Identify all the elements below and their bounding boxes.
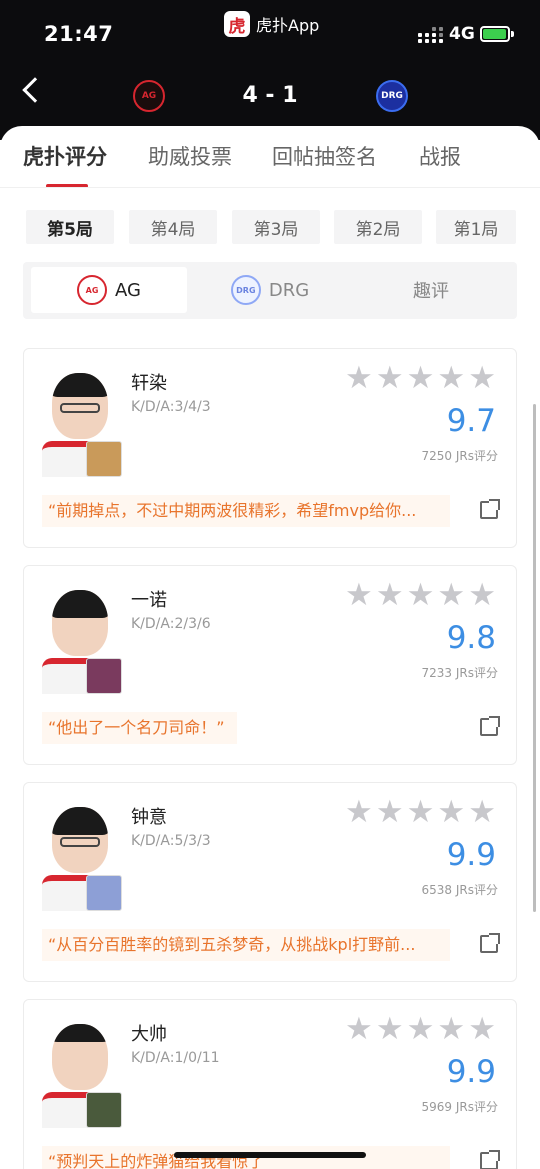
vote-count: 7250 JRs评分 — [421, 449, 498, 463]
team-logo-ag[interactable]: AG — [133, 80, 165, 112]
rating-stars[interactable]: ★ ★ ★ ★ ★ — [345, 580, 496, 611]
star-icon: ★ — [468, 1011, 496, 1047]
scrollbar[interactable] — [533, 404, 536, 912]
star-icon: ★ — [375, 360, 404, 396]
star-icon: ★ — [437, 577, 466, 613]
top-comment[interactable]: “他出了一个名刀司命！” — [42, 712, 237, 744]
network-label: 4G — [449, 24, 475, 44]
game-tab-5[interactable]: 第5局 — [26, 210, 114, 244]
star-icon: ★ — [345, 794, 373, 830]
player-avatar — [42, 803, 122, 911]
home-indicator[interactable] — [174, 1152, 366, 1158]
rating-stars[interactable]: ★ ★ ★ ★ ★ — [345, 797, 496, 828]
app-icon: 虎 — [224, 11, 250, 37]
segment-fun-comments[interactable]: 趣评 — [353, 267, 509, 313]
share-icon[interactable] — [480, 716, 500, 736]
status-time: 21:47 — [44, 22, 114, 46]
share-icon[interactable] — [480, 933, 500, 953]
player-name: 钟意 — [131, 807, 167, 828]
star-icon: ★ — [406, 360, 435, 396]
player-kda: K/D/A:1/0/11 — [131, 1050, 220, 1066]
back-icon[interactable] — [22, 77, 48, 103]
star-icon: ★ — [345, 1011, 373, 1047]
game-tab-1[interactable]: 第1局 — [436, 210, 516, 244]
match-header: 21:47 虎 虎扑App 4G AG 4 - 1 DRG — [0, 0, 540, 140]
star-icon: ★ — [406, 577, 435, 613]
player-rating: 9.8 — [446, 620, 496, 656]
tab-cheer-vote[interactable]: 助威投票 — [148, 141, 232, 171]
signal-icon — [418, 27, 443, 43]
star-icon: ★ — [375, 577, 404, 613]
star-icon: ★ — [437, 360, 466, 396]
segment-drg-label: DRG — [268, 279, 310, 301]
player-card[interactable]: 一诺 K/D/A:2/3/6 ★ ★ ★ ★ ★ 9.8 7233 JRs评分 “他出了… — [23, 565, 517, 765]
segment-ag[interactable]: AG AG — [31, 267, 187, 313]
top-comment[interactable]: “从百分百胜率的镜到五杀梦奇，从挑战kpl打野前... — [42, 929, 450, 961]
player-card[interactable]: 钟意 K/D/A:5/3/3 ★ ★ ★ ★ ★ 9.9 6538 JRs评分 “从百分… — [23, 782, 517, 982]
game-tab-4[interactable]: 第4局 — [129, 210, 217, 244]
team-segment-control: AG AG DRG DRG 趣评 — [23, 262, 517, 319]
player-name: 大帅 — [131, 1024, 167, 1045]
vote-count: 7233 JRs评分 — [421, 666, 498, 680]
player-avatar — [42, 369, 122, 477]
drg-logo-icon: DRG — [230, 275, 261, 305]
star-icon: ★ — [468, 360, 496, 396]
vote-count: 5969 JRs评分 — [421, 1100, 498, 1114]
player-rating: 9.9 — [446, 837, 496, 873]
player-kda: K/D/A:3/4/3 — [131, 399, 211, 415]
match-score: 4 - 1 — [242, 83, 298, 108]
player-kda: K/D/A:2/3/6 — [131, 616, 211, 632]
player-card[interactable]: 大帅 K/D/A:1/0/11 ★ ★ ★ ★ ★ 9.9 5969 JRs评分 “预判… — [23, 999, 517, 1169]
hero-icon — [86, 441, 122, 477]
game-selector: 第5局 第4局 第3局 第2局 第1局 — [26, 210, 516, 244]
share-icon[interactable] — [480, 499, 500, 519]
tab-battle-report[interactable]: 战报 — [419, 141, 461, 171]
app-indicator[interactable]: 虎 虎扑App — [224, 11, 319, 37]
tabs-divider — [0, 187, 540, 188]
ag-logo-icon: AG — [77, 275, 108, 305]
player-card[interactable]: 轩染 K/D/A:3/4/3 ★ ★ ★ ★ ★ 9.7 7250 JRs评分 “前期掉… — [23, 348, 517, 548]
star-icon: ★ — [437, 1011, 466, 1047]
rating-stars[interactable]: ★ ★ ★ ★ ★ — [345, 363, 496, 394]
segment-drg[interactable]: DRG DRG — [191, 267, 349, 313]
game-tab-2[interactable]: 第2局 — [334, 210, 422, 244]
player-name: 一诺 — [131, 590, 167, 611]
rating-stars[interactable]: ★ ★ ★ ★ ★ — [345, 1014, 496, 1045]
player-name: 轩染 — [131, 373, 167, 394]
star-icon: ★ — [375, 794, 404, 830]
hero-icon — [86, 1092, 122, 1128]
top-comment[interactable]: “前期掉点，不过中期两波很精彩，希望fmvp给你... — [42, 495, 450, 527]
player-rating: 9.9 — [446, 1054, 496, 1090]
player-avatar — [42, 586, 122, 694]
team-logo-drg[interactable]: DRG — [376, 80, 408, 112]
hero-icon — [86, 658, 122, 694]
player-avatar — [42, 1020, 122, 1128]
star-icon: ★ — [468, 794, 496, 830]
star-icon: ★ — [406, 794, 435, 830]
tab-reply-draw[interactable]: 回帖抽签名 — [272, 141, 377, 171]
battery-icon — [480, 26, 510, 42]
segment-ag-label: AG — [115, 279, 141, 301]
star-icon: ★ — [406, 1011, 435, 1047]
star-icon: ★ — [345, 360, 373, 396]
game-tab-3[interactable]: 第3局 — [232, 210, 320, 244]
player-kda: K/D/A:5/3/3 — [131, 833, 211, 849]
player-rating: 9.7 — [446, 403, 496, 439]
app-name: 虎扑App — [256, 16, 320, 35]
star-icon: ★ — [345, 577, 373, 613]
star-icon: ★ — [468, 577, 496, 613]
share-icon[interactable] — [480, 1150, 500, 1169]
star-icon: ★ — [437, 794, 466, 830]
vote-count: 6538 JRs评分 — [421, 883, 498, 897]
tab-hupu-rating[interactable]: 虎扑评分 — [23, 141, 107, 171]
hero-icon — [86, 875, 122, 911]
main-tabs: 虎扑评分 助威投票 回帖抽签名 战报 — [0, 141, 540, 188]
star-icon: ★ — [375, 1011, 404, 1047]
